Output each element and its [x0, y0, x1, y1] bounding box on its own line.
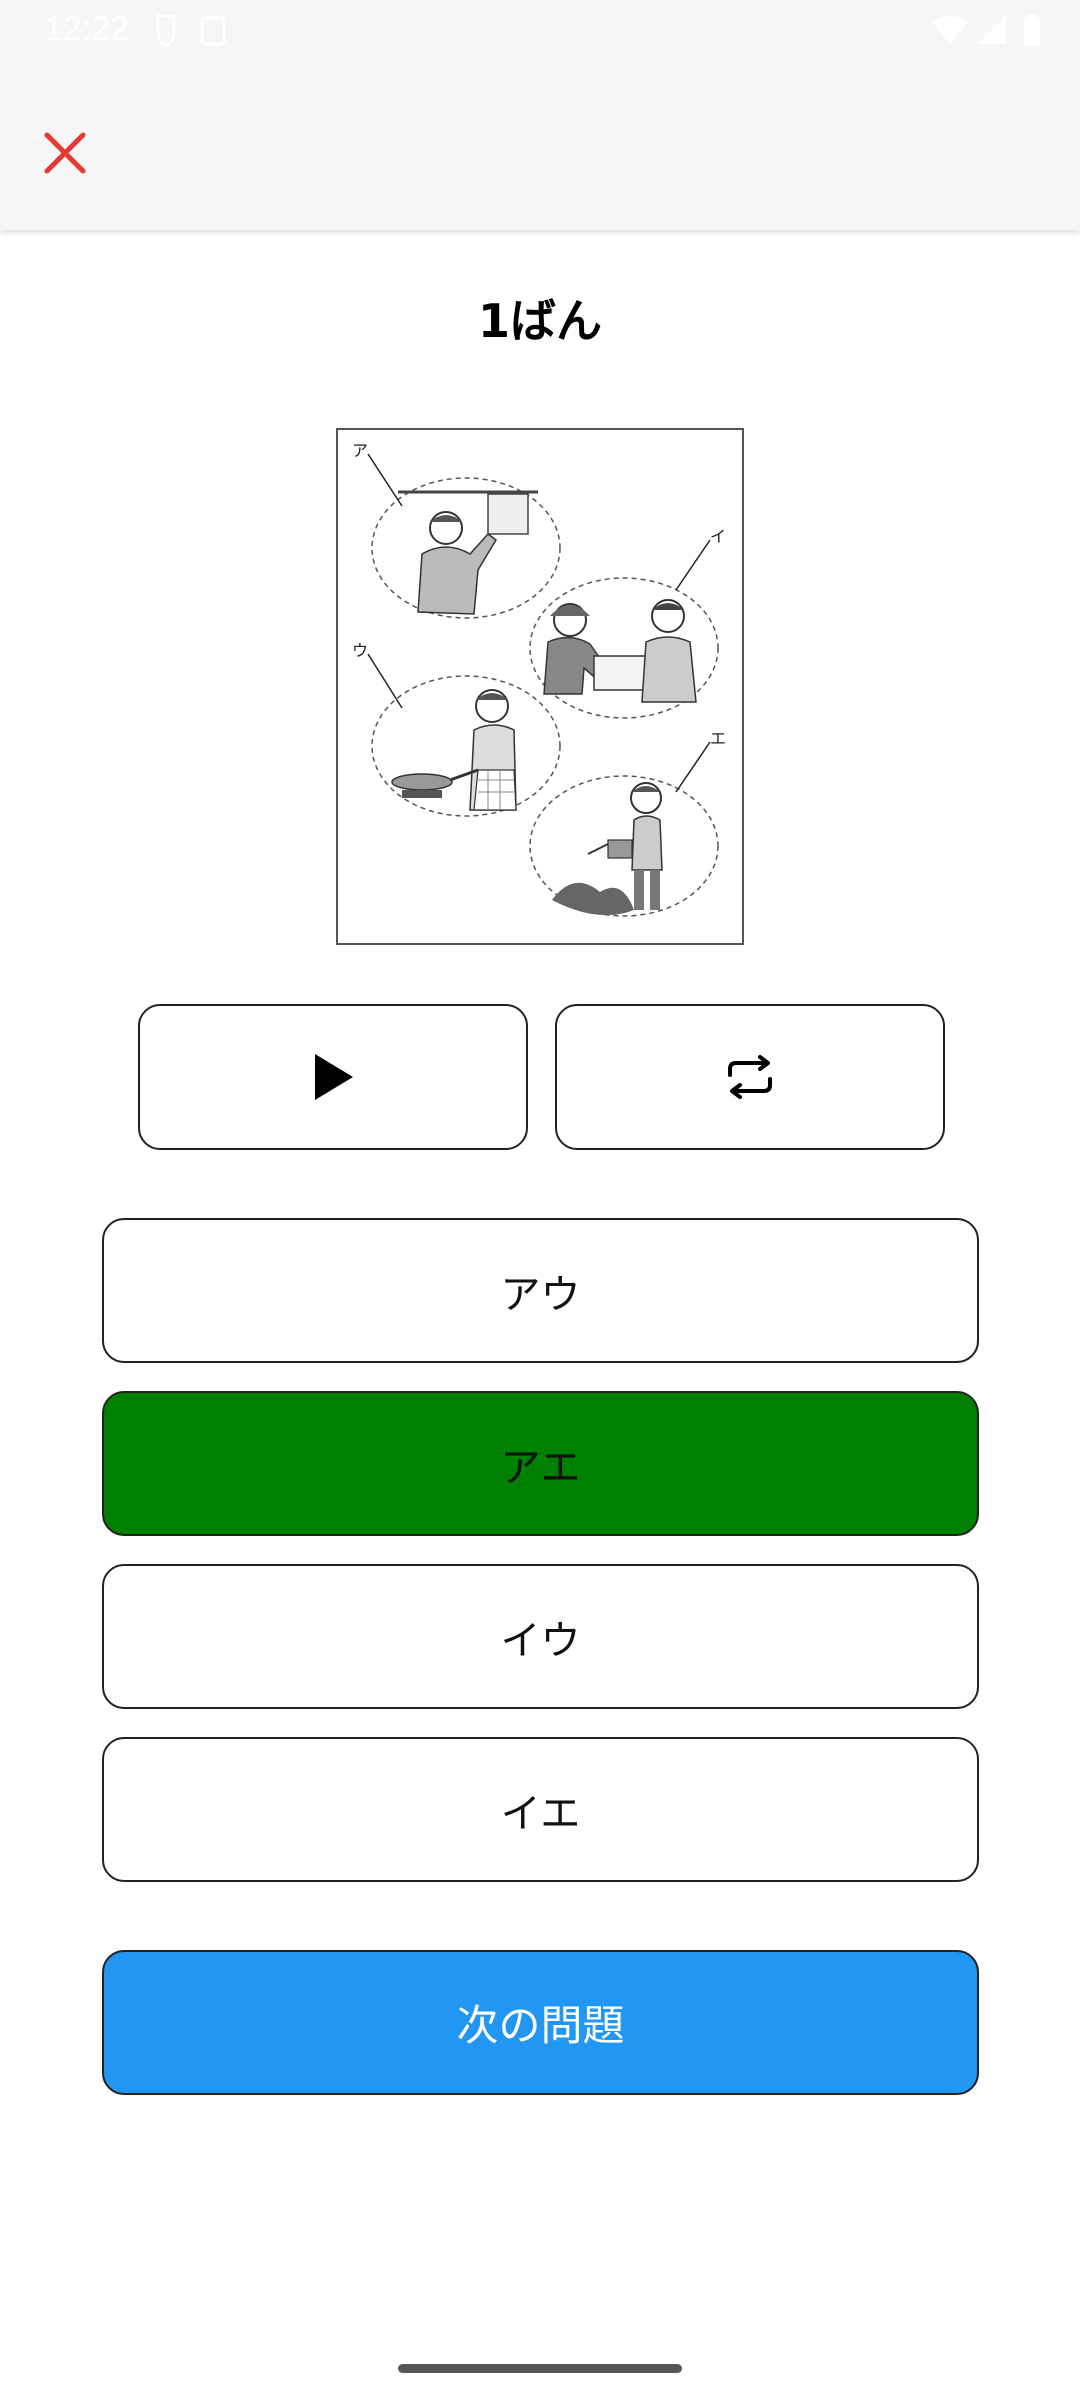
answer-option-3[interactable]: イウ: [102, 1564, 979, 1709]
app-bar: [0, 60, 1080, 230]
label-e: エ: [710, 729, 726, 748]
next-question-button[interactable]: 次の問題: [102, 1950, 979, 2095]
answer-option-1[interactable]: アウ: [102, 1218, 979, 1363]
close-icon: [44, 132, 86, 174]
label-i: イ: [710, 527, 726, 546]
answer-option-4[interactable]: イエ: [102, 1737, 979, 1882]
play-icon: [315, 1054, 353, 1100]
status-time: 12:22: [44, 10, 130, 48]
question-illustration: ア イ ウ エ: [336, 428, 744, 945]
repeat-icon: [728, 1055, 772, 1099]
status-notification-icons: [150, 12, 230, 52]
home-indicator[interactable]: [398, 2364, 682, 2373]
play-button[interactable]: [138, 1004, 528, 1150]
close-button[interactable]: [34, 122, 96, 184]
status-bar: 12:22: [0, 0, 1080, 60]
label-u: ウ: [352, 641, 368, 660]
answer-option-2-correct[interactable]: アエ: [102, 1391, 979, 1536]
illustration-image: ア イ ウ エ: [352, 441, 726, 917]
status-system-icons: [930, 14, 1050, 52]
repeat-button[interactable]: [555, 1004, 945, 1150]
question-title: 1ばん: [477, 294, 602, 348]
label-a: ア: [352, 441, 368, 460]
